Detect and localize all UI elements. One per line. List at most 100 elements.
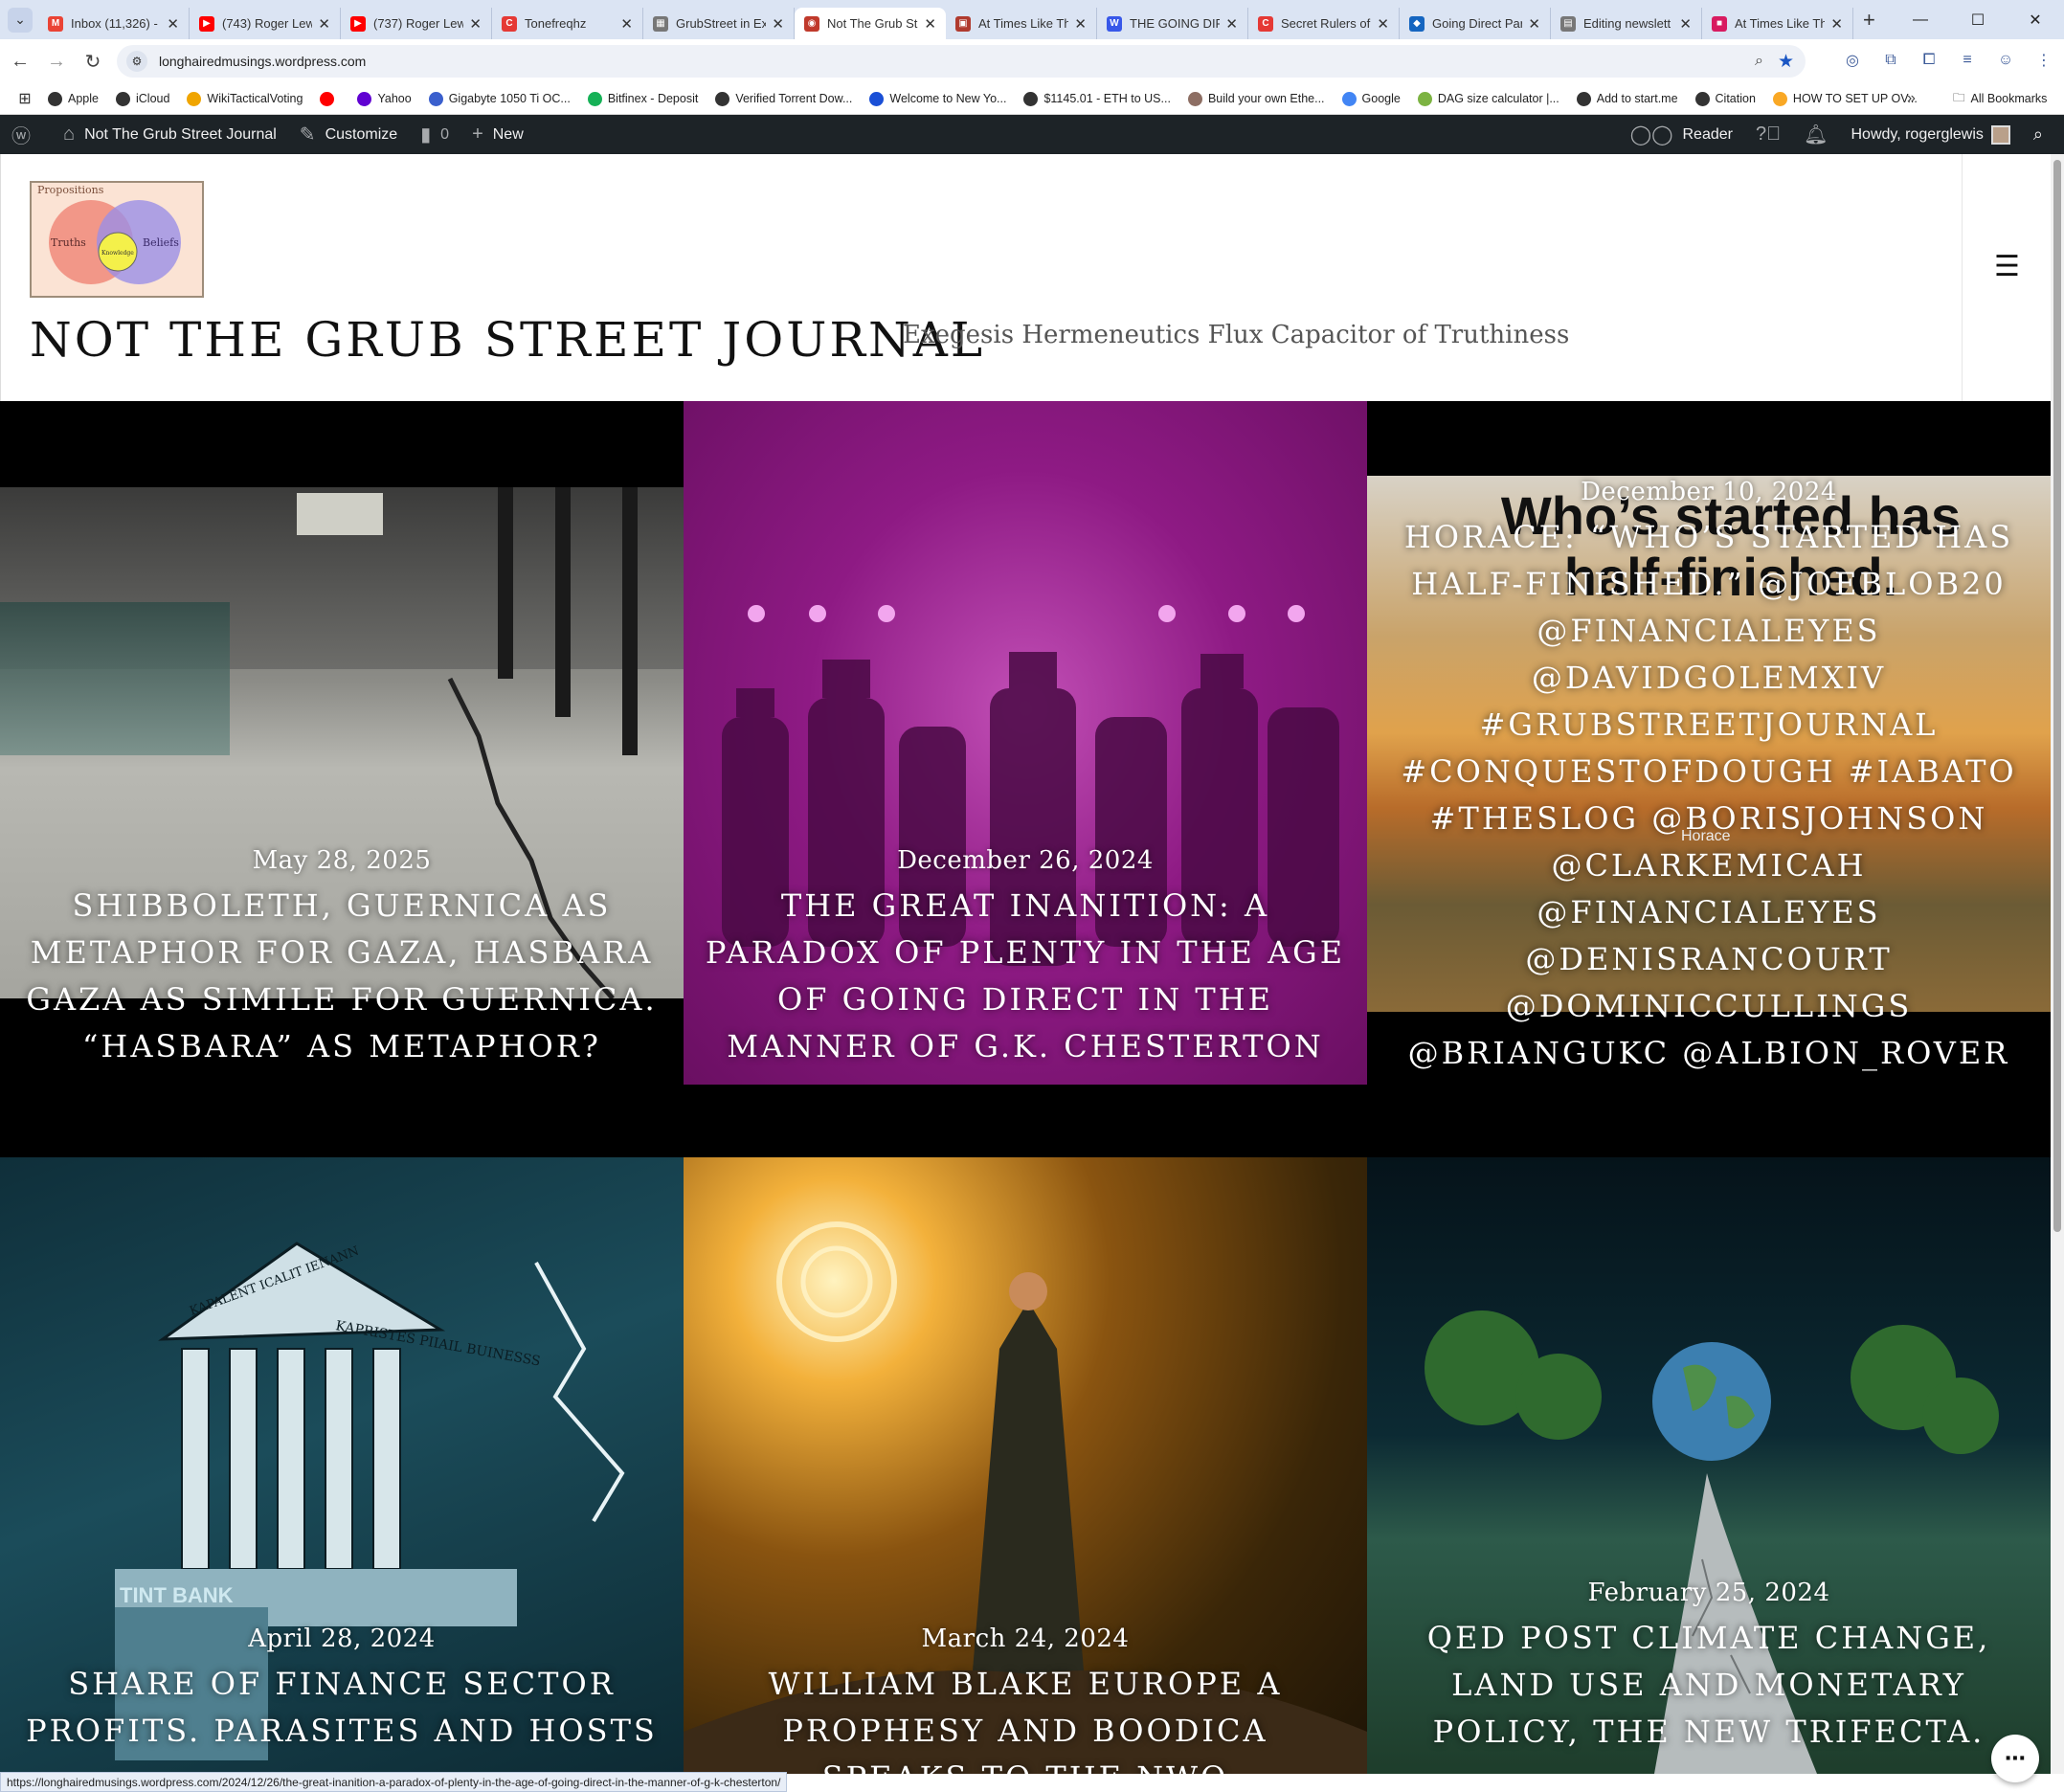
site-title[interactable]: NOT THE GRUB STREET JOURNAL [30, 312, 985, 368]
post-card[interactable]: February 25, 2024 QED POST CLIMATE CHANG… [1367, 1157, 2051, 1774]
close-tab-icon[interactable]: ✕ [1074, 15, 1087, 33]
bookmark-item[interactable]: Google [1341, 91, 1401, 106]
more-bookmarks-icon[interactable]: » [1907, 90, 1916, 107]
post-card[interactable]: KAPRISTES PIIAIL BUINESSS KAPALENT ICALI… [0, 1157, 684, 1774]
forward-button[interactable]: → [40, 45, 73, 78]
url-text[interactable]: longhairedmusings.wordpress.com [159, 54, 366, 69]
close-tab-icon[interactable]: ✕ [1225, 15, 1238, 33]
post-card[interactable]: March 24, 2024 WILLIAM BLAKE EUROPE A PR… [684, 1157, 1367, 1774]
browser-tab[interactable]: C Secret Rulers of ✕ [1248, 8, 1400, 39]
bookmark-item[interactable]: Add to start.me [1576, 91, 1678, 106]
browser-tab[interactable]: ▶ (743) Roger Lew ✕ [190, 8, 341, 39]
bookmark-item[interactable] [320, 91, 340, 106]
close-tab-icon[interactable]: ✕ [924, 15, 936, 33]
extension-icon[interactable]: ⧉ [1878, 47, 1903, 74]
zoom-icon[interactable]: ⌕ [1755, 53, 1763, 70]
close-tab-icon[interactable]: ✕ [469, 15, 482, 33]
reader-link[interactable]: ◯◯ Reader [1619, 115, 1744, 154]
close-window-icon[interactable]: ✕ [2007, 0, 2064, 39]
admin-site-name[interactable]: ⌂ Not The Grub Street Journal [52, 115, 288, 154]
customize-link[interactable]: ✎ Customize [288, 115, 409, 154]
account-menu[interactable]: Howdy, rogerglewis [1839, 115, 2021, 154]
reader-glasses-icon: ◯◯ [1629, 124, 1673, 146]
browser-tab[interactable]: ▤ Editing newslett ✕ [1551, 8, 1702, 39]
browser-tab[interactable]: ▦ GrubStreet in Ex ✕ [643, 8, 795, 39]
scrollbar-thumb[interactable] [2053, 160, 2061, 1232]
close-tab-icon[interactable]: ✕ [1377, 15, 1389, 33]
bookmark-star-icon[interactable]: ★ [1778, 51, 1794, 73]
tab-search-button[interactable]: ⌄ [8, 7, 33, 33]
new-tab-button[interactable]: + [1863, 8, 1875, 33]
close-tab-icon[interactable]: ✕ [318, 15, 330, 33]
notifications-button[interactable]: 🔔︎ [1792, 115, 1839, 154]
comments-link[interactable]: ▮ 0 [409, 115, 460, 154]
browser-tab[interactable]: M Inbox (11,326) - ✕ [38, 8, 190, 39]
bookmark-item[interactable]: WikiTacticalVoting [187, 91, 303, 106]
bookmark-item[interactable]: Citation [1694, 91, 1756, 106]
bookmark-favicon-icon [1023, 91, 1039, 106]
admin-search-button[interactable]: ⌕ [2022, 115, 2054, 154]
close-tab-icon[interactable]: ✕ [1679, 15, 1692, 33]
site-logo[interactable]: Propositions Truths Beliefs Knowledge [30, 181, 204, 298]
browser-tab[interactable]: ▶ (737) Roger Lew ✕ [341, 8, 492, 39]
extension-icon[interactable]: ◎ [1840, 47, 1865, 74]
close-tab-icon[interactable]: ✕ [1528, 15, 1540, 33]
post-date[interactable]: December 26, 2024 [684, 846, 1367, 875]
minimize-icon[interactable]: — [1892, 0, 1949, 39]
browser-tab[interactable]: ◆ Going Direct Par ✕ [1400, 8, 1551, 39]
bookmark-item[interactable]: Apple [48, 91, 99, 106]
bookmark-item[interactable]: Verified Torrent Dow... [715, 91, 852, 106]
post-card[interactable]: December 26, 2024 THE GREAT INANITION: A… [684, 401, 1367, 1085]
all-bookmarks-button[interactable]: 🗀 All Bookmarks [1953, 89, 2047, 109]
post-title[interactable]: SHIBBOLETH, GUERNICA AS METAPHOR FOR GAZ… [0, 883, 684, 1070]
post-title[interactable]: SHARE OF FINANCE SECTOR PROFITS. PARASIT… [0, 1661, 684, 1755]
help-button[interactable]: ?⃝ [1744, 115, 1792, 154]
post-date[interactable]: May 28, 2025 [0, 846, 684, 875]
menu-toggle-button[interactable]: ☰ [1994, 250, 2020, 283]
close-tab-icon[interactable]: ✕ [1830, 15, 1843, 33]
wordpress-menu[interactable]: ⓦ [0, 115, 52, 154]
bookmark-item[interactable]: Yahoo [357, 91, 412, 106]
apps-grid-icon[interactable]: ⊞ [15, 89, 34, 108]
more-options-button[interactable]: ⋯ [1991, 1735, 2039, 1782]
post-date[interactable]: December 10, 2024 [1367, 478, 2051, 506]
post-title[interactable]: QED POST CLIMATE CHANGE, LAND USE AND MO… [1367, 1615, 2051, 1756]
browser-tab[interactable]: W THE GOING DIRI ✕ [1097, 8, 1248, 39]
browser-menu-icon[interactable]: ⋮ [2031, 47, 2056, 74]
post-date[interactable]: February 25, 2024 [1367, 1579, 2051, 1607]
bookmark-item[interactable]: iCloud [115, 91, 169, 106]
browser-tab[interactable]: ◉ Not The Grub St ✕ [795, 8, 946, 39]
browser-tab[interactable]: C Tonefreqhz ✕ [492, 8, 643, 39]
page-scrollbar[interactable] [2051, 154, 2064, 1774]
media-controls-icon[interactable]: ≡ [1955, 47, 1980, 74]
browser-tab[interactable]: ▣ At Times Like Th ✕ [946, 8, 1097, 39]
bookmark-item[interactable]: Welcome to New Yo... [869, 91, 1006, 106]
post-card[interactable]: Who’s started has half-finished. Horace … [1367, 401, 2051, 1085]
reload-button[interactable]: ↻ [77, 45, 109, 78]
site-info-icon[interactable]: ⚙ [126, 51, 147, 72]
post-card[interactable]: May 28, 2025 SHIBBOLETH, GUERNICA AS MET… [0, 401, 684, 1085]
maximize-icon[interactable]: ☐ [1949, 0, 2007, 39]
new-content-link[interactable]: + New [460, 115, 535, 154]
post-date[interactable]: March 24, 2024 [684, 1624, 1367, 1653]
bookmark-item[interactable]: $1145.01 - ETH to US... [1023, 91, 1171, 106]
logo-beliefs-label: Beliefs [143, 236, 179, 249]
post-title[interactable]: WILLIAM BLAKE EUROPE A PROPHESY AND BOOD… [684, 1661, 1367, 1774]
address-bar[interactable]: ⚙ longhairedmusings.wordpress.com ⌕ ★ [117, 45, 1806, 78]
close-tab-icon[interactable]: ✕ [772, 15, 784, 33]
extensions-puzzle-icon[interactable]: ⧠ [1917, 47, 1941, 74]
bookmark-item[interactable]: Gigabyte 1050 Ti OC... [428, 91, 571, 106]
close-tab-icon[interactable]: ✕ [167, 15, 179, 33]
post-title[interactable]: THE GREAT INANITION: A PARADOX OF PLENTY… [684, 883, 1367, 1070]
close-tab-icon[interactable]: ✕ [620, 15, 633, 33]
logo-knowledge-label: Knowledge [101, 250, 134, 257]
back-button[interactable]: ← [4, 45, 36, 78]
browser-tab[interactable]: ■ At Times Like Th ✕ [1702, 8, 1853, 39]
bookmark-item[interactable]: Build your own Ethe... [1187, 91, 1325, 106]
bookmark-item[interactable]: DAG size calculator |... [1417, 91, 1559, 106]
profile-icon[interactable]: ☺ [1993, 47, 2018, 74]
post-date[interactable]: April 28, 2024 [0, 1624, 684, 1653]
bookmark-item[interactable]: HOW TO SET UP OV... [1772, 91, 1918, 106]
post-title[interactable]: HORACE: “WHO’S STARTED HAS HALF-FINISHED… [1367, 514, 2051, 1085]
bookmark-item[interactable]: Bitfinex - Deposit [587, 91, 698, 106]
